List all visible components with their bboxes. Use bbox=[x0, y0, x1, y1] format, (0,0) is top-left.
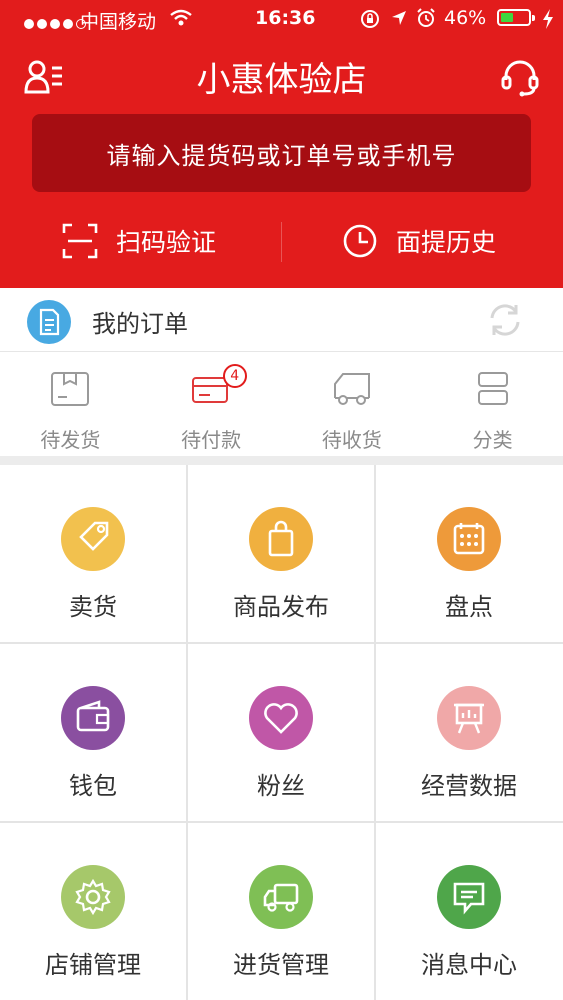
tile-fans[interactable]: 粉丝 bbox=[188, 644, 374, 821]
box-icon bbox=[51, 372, 90, 406]
tile-wallet[interactable]: 钱包 bbox=[0, 644, 186, 821]
tile-business-data[interactable]: 经营数据 bbox=[376, 644, 562, 821]
gear-icon bbox=[61, 865, 125, 929]
grid-divider bbox=[0, 821, 563, 823]
tile-label: 经营数据 bbox=[421, 772, 517, 800]
order-status-row: 待发货 4 待付款 待收货 分类 bbox=[0, 352, 563, 456]
battery-percent: 46% bbox=[444, 7, 487, 29]
truck-icon bbox=[333, 373, 370, 405]
location-arrow-icon bbox=[392, 11, 406, 25]
my-orders-label: 我的订单 bbox=[92, 310, 188, 338]
section-gap bbox=[0, 456, 563, 465]
status-bar: 中国移动 16:36 46% bbox=[0, 0, 563, 40]
status-label: 待收货 bbox=[321, 428, 382, 452]
tile-label: 进货管理 bbox=[233, 951, 329, 979]
scan-verify-label: 扫码验证 bbox=[116, 228, 217, 257]
message-icon bbox=[437, 865, 501, 929]
carrier-name: 中国移动 bbox=[80, 11, 157, 33]
wallet-icon bbox=[61, 686, 125, 750]
unpaid-count-badge: 4 bbox=[222, 364, 247, 388]
tile-purchase-management[interactable]: 进货管理 bbox=[188, 823, 374, 1000]
status-label: 待发货 bbox=[40, 428, 101, 452]
status-pending-shipment[interactable]: 待发货 bbox=[0, 352, 141, 456]
battery-icon bbox=[497, 9, 535, 26]
my-orders-bar[interactable]: 我的订单 bbox=[0, 288, 563, 352]
pickup-history-label: 面提历史 bbox=[396, 228, 497, 257]
status-pending-payment[interactable]: 4 待付款 bbox=[141, 352, 282, 456]
page-title: 小惠体验店 bbox=[196, 60, 367, 100]
tile-label: 粉丝 bbox=[257, 772, 305, 800]
tile-message-center[interactable]: 消息中心 bbox=[376, 823, 562, 1000]
pickup-history-button[interactable]: 面提历史 bbox=[342, 218, 496, 264]
refresh-icon[interactable] bbox=[486, 302, 524, 338]
grid-divider bbox=[186, 465, 188, 1000]
tile-sell[interactable]: 卖货 bbox=[0, 465, 186, 642]
status-pending-receipt[interactable]: 待收货 bbox=[282, 352, 423, 456]
presentation-icon bbox=[437, 686, 501, 750]
tile-label: 盘点 bbox=[445, 593, 493, 621]
clock-icon bbox=[343, 224, 377, 258]
grid-divider bbox=[0, 642, 563, 644]
headset-icon[interactable] bbox=[500, 58, 540, 98]
category-icon bbox=[477, 372, 508, 405]
scan-verify-button[interactable]: 扫码验证 bbox=[62, 218, 216, 264]
heart-icon bbox=[249, 686, 313, 750]
feature-grid: 卖货 商品发布 盘点 钱包 粉丝 经营数据 店铺管理 进货管理 消息中心 bbox=[0, 465, 563, 1000]
tile-label: 卖货 bbox=[69, 593, 117, 621]
tile-publish[interactable]: 商品发布 bbox=[188, 465, 374, 642]
charging-icon bbox=[543, 9, 553, 29]
tile-label: 店铺管理 bbox=[45, 951, 141, 979]
status-label: 分类 bbox=[472, 428, 513, 452]
delivery-truck-icon bbox=[249, 865, 313, 929]
status-category[interactable]: 分类 bbox=[422, 352, 563, 456]
clock-time: 16:36 bbox=[255, 7, 316, 29]
wifi-icon bbox=[170, 9, 192, 26]
scan-icon bbox=[62, 223, 98, 259]
tile-label: 消息中心 bbox=[421, 951, 517, 979]
tile-inventory[interactable]: 盘点 bbox=[376, 465, 562, 642]
alarm-icon bbox=[417, 8, 435, 27]
tile-label: 商品发布 bbox=[233, 593, 329, 621]
status-label: 待付款 bbox=[181, 428, 242, 452]
calendar-icon bbox=[437, 507, 501, 571]
rotation-lock-icon bbox=[361, 10, 379, 28]
document-icon bbox=[27, 300, 71, 344]
grid-divider bbox=[374, 465, 376, 1000]
action-divider bbox=[281, 222, 282, 262]
search-input[interactable]: 请输入提货码或订单号或手机号 bbox=[32, 114, 531, 192]
tile-store-management[interactable]: 店铺管理 bbox=[0, 823, 186, 1000]
bag-icon bbox=[249, 507, 313, 571]
tile-label: 钱包 bbox=[69, 772, 117, 800]
tag-icon bbox=[61, 507, 125, 571]
